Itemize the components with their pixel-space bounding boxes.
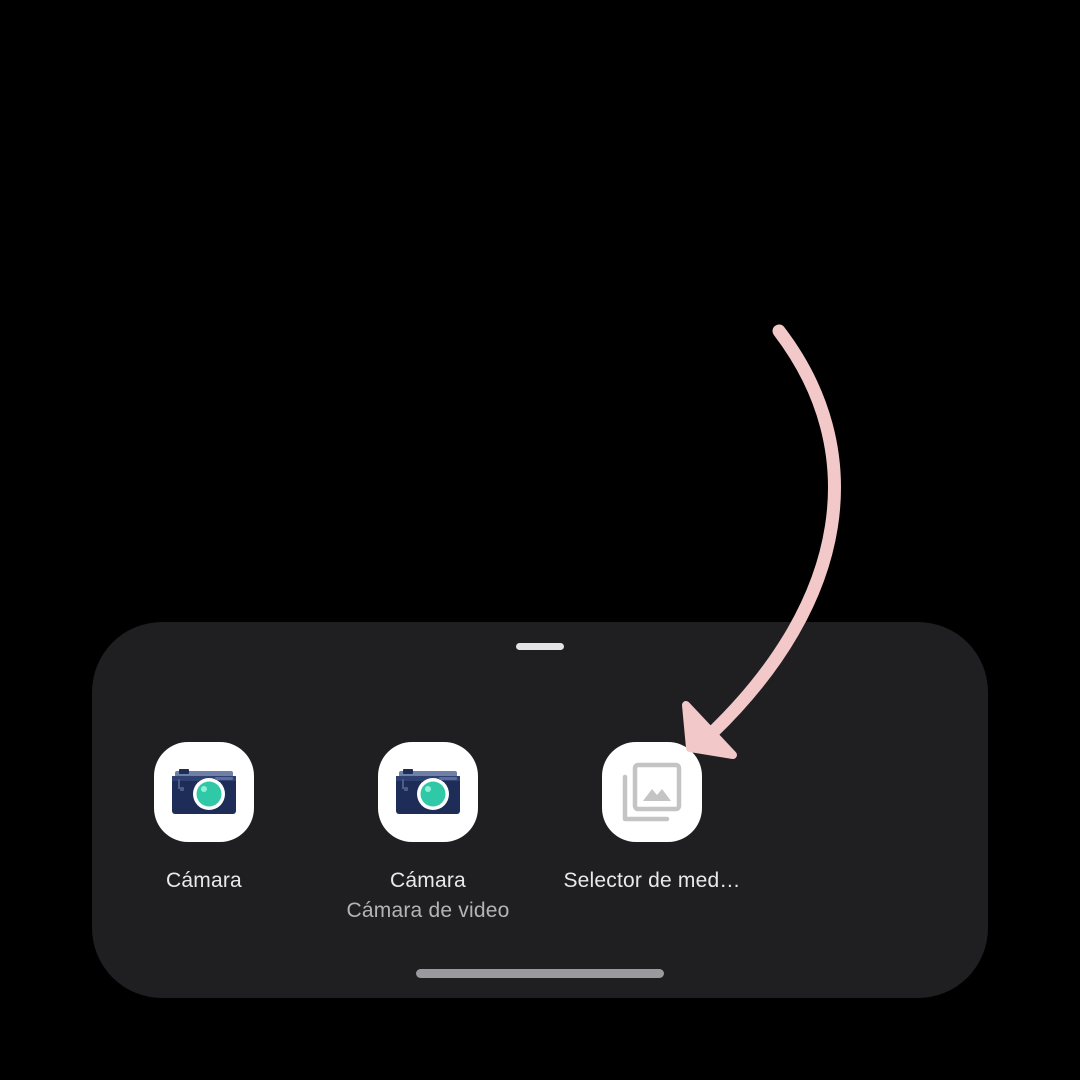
media-picker-app-icon[interactable] [602, 742, 702, 842]
gallery-icon [622, 762, 682, 822]
camera-app-icon[interactable] [378, 742, 478, 842]
app-sublabel: Cámara de video [346, 899, 510, 922]
app-option-media-picker[interactable]: Selector de med… [540, 742, 764, 893]
camera-icon [396, 769, 460, 814]
app-option-video-camera[interactable]: Cámara Cámara de video [316, 742, 540, 923]
app-label: Cámara [166, 869, 242, 892]
camera-app-icon[interactable] [154, 742, 254, 842]
app-label: Cámara [390, 869, 466, 892]
drag-handle[interactable] [516, 643, 564, 650]
app-chooser-sheet: Cámara Cámara Cámara de video Selector d… [92, 622, 988, 998]
camera-icon [172, 769, 236, 814]
app-label: Selector de med… [563, 869, 741, 892]
navigation-bar-handle[interactable] [416, 969, 664, 978]
app-option-camera[interactable]: Cámara [92, 742, 316, 893]
screen: Cámara Cámara Cámara de video Selector d… [0, 0, 1080, 1080]
